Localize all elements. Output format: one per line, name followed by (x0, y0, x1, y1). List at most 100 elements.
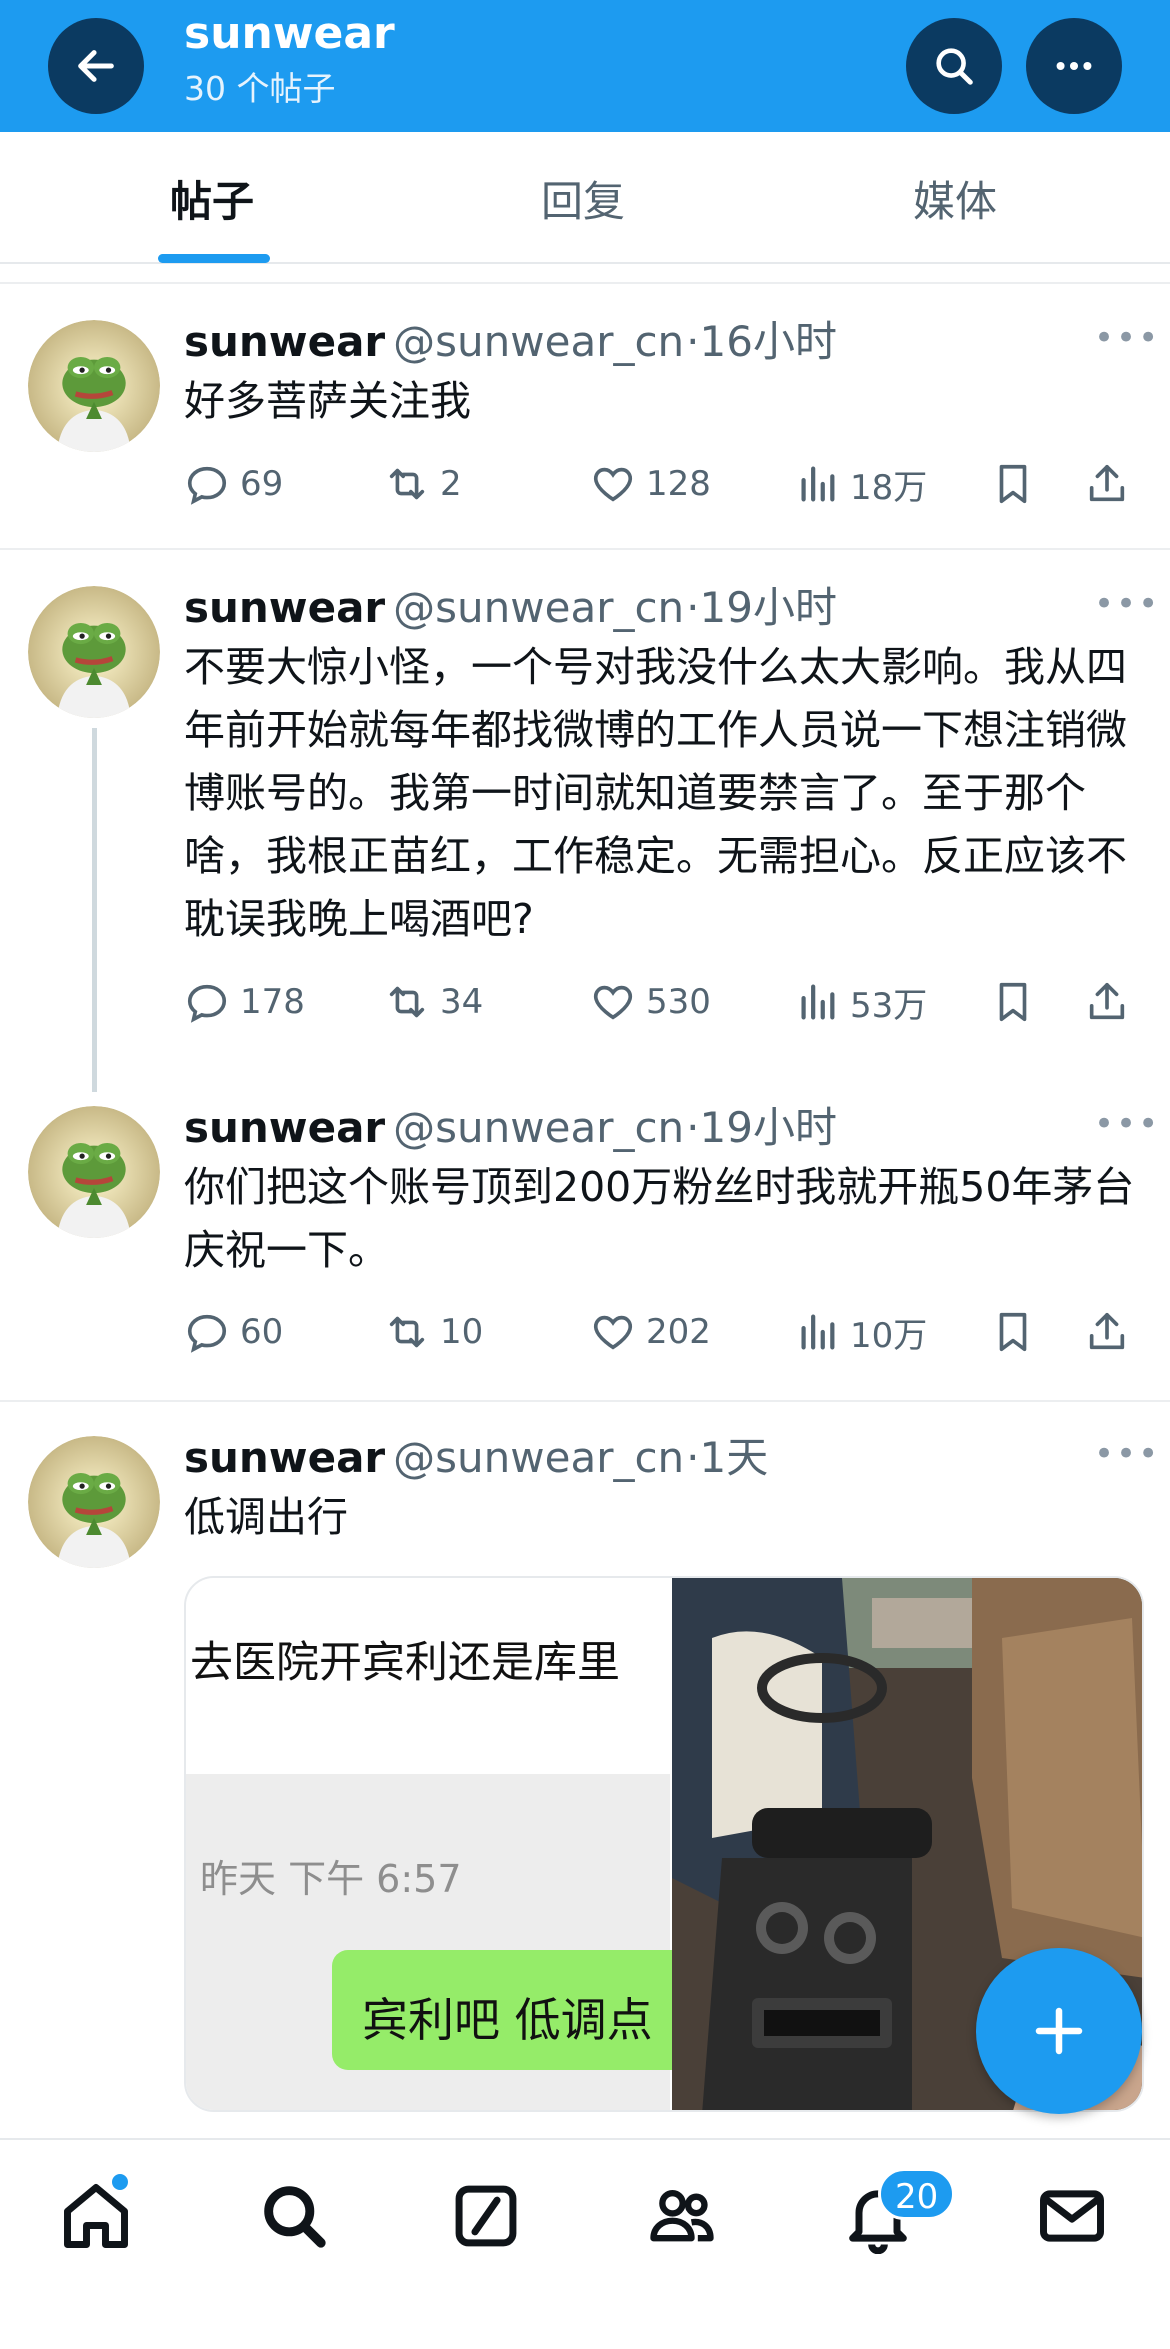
grok-icon (455, 2185, 517, 2247)
retweet-icon (389, 468, 425, 500)
retweet-icon (389, 986, 425, 1018)
author-handle[interactable]: @sunwear_cn (393, 1103, 684, 1152)
tweet-more-icon[interactable]: ••• (1094, 1104, 1160, 1144)
communities-icon (650, 2190, 714, 2242)
tweet-time: ·19小时 (686, 1103, 837, 1152)
view-count: 18万 (850, 467, 928, 508)
reply-button[interactable]: 178 (184, 972, 305, 1032)
retweet-count: 34 (440, 982, 484, 1022)
author-name[interactable]: sunwear (184, 583, 385, 632)
share-button[interactable] (1084, 1302, 1140, 1362)
heart-icon (593, 985, 633, 1020)
heart-icon (593, 1315, 633, 1350)
retweet-button[interactable]: 2 (384, 454, 462, 514)
reply-icon (187, 466, 227, 505)
chat-screenshot[interactable]: 去医院开宾利还是库里 昨天 下午 6:57 宾利吧 低调点 (186, 1578, 692, 2110)
tweet-text: 低调出行 (184, 1493, 348, 1541)
divider (0, 282, 1170, 284)
like-button[interactable]: 202 (590, 1302, 711, 1362)
author-name[interactable]: sunwear (184, 317, 385, 366)
bookmark-button[interactable] (990, 972, 1046, 1032)
tab-media[interactable]: 媒体 (913, 168, 997, 229)
retweet-button[interactable]: 34 (384, 972, 483, 1032)
like-count: 128 (646, 464, 711, 504)
search-icon (936, 48, 973, 85)
tweet-meta: sunwear @sunwear_cn·19小时 (184, 1094, 837, 1155)
share-button[interactable] (1084, 972, 1140, 1032)
compose-button[interactable] (976, 1948, 1142, 2114)
bookmark-icon (999, 464, 1027, 504)
author-name[interactable]: sunwear (184, 1433, 385, 1482)
back-button[interactable] (48, 18, 144, 114)
nav-grok[interactable] (448, 2178, 524, 2254)
tweet-more-icon[interactable]: ••• (1094, 318, 1160, 358)
bookmark-button[interactable] (990, 1302, 1046, 1362)
avatar[interactable] (28, 320, 160, 452)
view-count: 53万 (850, 985, 928, 1026)
reply-icon (187, 984, 227, 1023)
thread-line (92, 728, 97, 1092)
retweet-count: 2 (440, 464, 462, 504)
tab-replies[interactable]: 回复 (541, 168, 625, 229)
share-icon (1089, 982, 1125, 1020)
nav-messages[interactable] (1034, 2178, 1110, 2254)
chat-bubble-text: 宾利吧 低调点 (362, 1993, 653, 2047)
post-count: 30 个帖子 (184, 69, 336, 108)
avatar[interactable] (28, 1106, 160, 1238)
reply-count: 69 (240, 464, 284, 504)
search-button[interactable] (906, 18, 1002, 114)
bookmark-icon (999, 1312, 1027, 1352)
retweet-button[interactable]: 10 (384, 1302, 483, 1362)
tweet-time: ·16小时 (686, 317, 837, 366)
tweet-more-icon[interactable]: ••• (1094, 584, 1160, 624)
tab-posts[interactable]: 帖子 (170, 168, 254, 229)
reply-button[interactable]: 60 (184, 1302, 283, 1362)
reply-count: 178 (240, 982, 305, 1022)
author-handle[interactable]: @sunwear_cn (393, 583, 684, 632)
avatar[interactable] (28, 1436, 160, 1568)
messages-icon (1040, 2190, 1104, 2242)
like-button[interactable]: 128 (590, 454, 711, 514)
author-handle[interactable]: @sunwear_cn (393, 317, 684, 366)
view-count: 10万 (850, 1315, 928, 1356)
notification-badge: 20 (878, 2168, 956, 2220)
chat-bubble: 宾利吧 低调点 (332, 1950, 692, 2070)
tweet-actions: 178 34 530 53万 (184, 972, 1144, 1032)
arrow-left-icon (78, 50, 114, 82)
tweet-actions: 60 10 202 10万 (184, 1302, 1144, 1362)
reply-button[interactable]: 69 (184, 454, 283, 514)
like-count: 530 (646, 982, 711, 1022)
reply-icon (187, 1314, 227, 1353)
profile-tabs: 帖子 回复 媒体 (0, 132, 1170, 264)
tweet-actions: 69 2 128 18万 (184, 454, 1144, 514)
tweet-meta: sunwear @sunwear_cn·16小时 (184, 308, 837, 369)
nav-communities[interactable] (644, 2178, 720, 2254)
nav-search[interactable] (256, 2178, 332, 2254)
divider (0, 548, 1170, 550)
views-icon (801, 466, 835, 502)
avatar[interactable] (28, 586, 160, 718)
tweet-text: 好多菩萨关注我 (184, 377, 471, 425)
author-name[interactable]: sunwear (184, 1103, 385, 1152)
home-notification-dot (112, 2174, 128, 2190)
search-icon (264, 2186, 326, 2248)
more-horizontal-icon (1056, 61, 1092, 71)
views-button[interactable]: 53万 (794, 972, 927, 1032)
bookmark-icon (999, 982, 1027, 1022)
views-button[interactable]: 10万 (794, 1302, 927, 1362)
like-count: 202 (646, 1312, 711, 1352)
bookmark-button[interactable] (990, 454, 1046, 514)
views-button[interactable]: 18万 (794, 454, 927, 514)
chat-time: 昨天 下午 6:57 (200, 1857, 462, 1901)
reply-count: 60 (240, 1312, 284, 1352)
tweet-more-icon[interactable]: ••• (1094, 1434, 1160, 1474)
plus-icon (1035, 2007, 1083, 2055)
more-button[interactable] (1026, 18, 1122, 114)
tweet-meta: sunwear @sunwear_cn·19小时 (184, 574, 837, 635)
views-icon (801, 984, 835, 1020)
share-icon (1089, 1312, 1125, 1350)
author-handle[interactable]: @sunwear_cn (393, 1433, 684, 1482)
like-button[interactable]: 530 (590, 972, 711, 1032)
tweet-meta: sunwear @sunwear_cn·1天 (184, 1424, 768, 1485)
share-button[interactable] (1084, 454, 1140, 514)
